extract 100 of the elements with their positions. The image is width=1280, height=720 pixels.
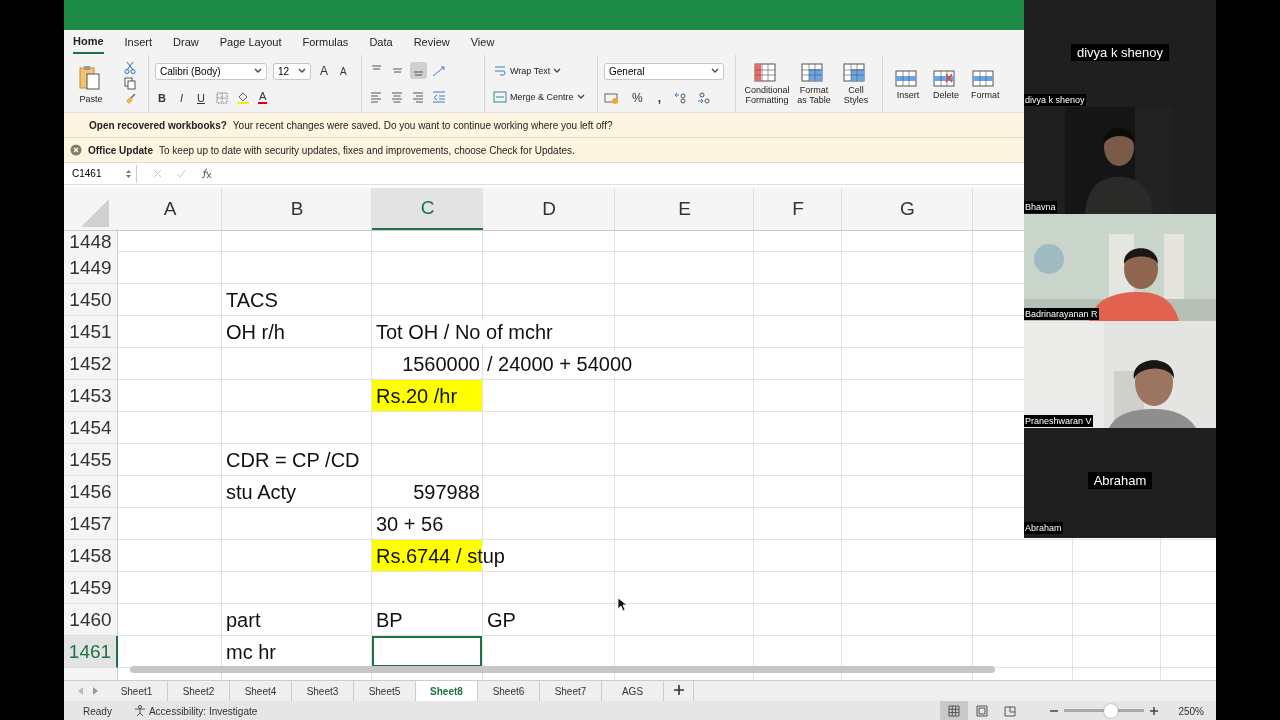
vertical-align-icon[interactable] (410, 62, 427, 79)
merge-icon (493, 91, 507, 103)
ribbon-tab[interactable]: Formulas (302, 32, 349, 53)
row-header[interactable]: 1460 (64, 604, 118, 636)
borders-icon[interactable] (215, 91, 228, 104)
decimal-arrow-icon[interactable] (673, 91, 687, 104)
zoom-percent: 250% (1178, 705, 1204, 717)
wrap-text-button[interactable]: Wrap Text (491, 63, 591, 78)
italic-button[interactable]: I (176, 91, 186, 104)
next-sheet-icon[interactable] (92, 687, 98, 695)
cells-button[interactable]: Format (969, 65, 1002, 102)
merge-centre-button[interactable]: Merge & Centre (491, 90, 591, 104)
view-button[interactable] (940, 701, 969, 720)
font-family-dropdown[interactable]: Calibri (Body) (155, 62, 267, 80)
sheet-tab[interactable]: Sheet8 (416, 681, 478, 701)
row-header[interactable]: 1457 (64, 508, 118, 540)
ribbon-tab[interactable]: View (470, 32, 495, 53)
cells-button[interactable]: Insert (893, 65, 923, 102)
cells-button[interactable]: Delete (931, 65, 961, 102)
currency-icon[interactable] (604, 91, 620, 104)
notification-message: Your recent changes were saved. Do you want to continue working where you left off? (232, 119, 613, 131)
format-painter-icon[interactable] (124, 93, 136, 106)
previous-sheet-icon[interactable] (78, 687, 84, 695)
styles-button[interactable]: Cell Styles (836, 60, 876, 107)
name-box[interactable]: C1461 (64, 164, 137, 183)
row-header[interactable]: 1456 (64, 476, 118, 508)
caret-icon[interactable] (298, 68, 306, 75)
horizontal-scrollbar[interactable] (130, 666, 995, 673)
zoom-in-icon[interactable] (1150, 707, 1159, 715)
participant-label: Bhavna (1024, 201, 1057, 213)
decimal-arrow-icon[interactable] (696, 91, 710, 104)
styles-button[interactable]: Format as Table (794, 60, 834, 107)
page-break-icon (1004, 705, 1017, 717)
check-icon[interactable] (176, 169, 186, 178)
comma-style-button[interactable]: , (654, 90, 664, 105)
row-header[interactable]: 1448 (64, 231, 118, 254)
font-size-dropdown[interactable]: 12 (273, 62, 311, 80)
row-header[interactable]: 1452 (64, 348, 118, 380)
paste-button[interactable]: Paste (76, 61, 106, 106)
number-format-dropdown[interactable]: General (604, 62, 724, 80)
column-header[interactable]: G (842, 188, 973, 230)
decrease-indent-icon[interactable] (431, 90, 447, 104)
font-color-button[interactable]: A (257, 91, 268, 105)
row-header[interactable]: 1450 (64, 284, 118, 316)
accessibility-icon (133, 705, 146, 717)
ribbon-tab[interactable]: Review (413, 32, 450, 53)
status-text: Ready (83, 705, 112, 717)
orientation-icon[interactable] (431, 63, 447, 78)
caret-icon[interactable] (576, 94, 585, 100)
cut-icon[interactable] (124, 61, 136, 74)
bold-button[interactable]: B (155, 91, 169, 104)
cell-text: / 24000 + 54000 (487, 352, 633, 376)
participant-label: Badrinarayanan R (1024, 308, 1099, 320)
accessibility-button[interactable]: Accessibility: Investigate (133, 705, 258, 717)
ribbon-tab[interactable]: Draw (173, 32, 199, 53)
participant-label: Abraham (1024, 522, 1063, 534)
row-header[interactable]: 1459 (64, 572, 118, 604)
plus-icon (673, 685, 684, 695)
participant-label: Praneshwaran V (1024, 415, 1093, 427)
percent-button[interactable]: % (629, 90, 646, 105)
ribbon-tab[interactable]: Insert (124, 32, 153, 53)
stepper-icon[interactable] (125, 167, 132, 180)
row-header[interactable]: 1461 (64, 636, 118, 668)
notification-title: Office Update (88, 144, 153, 156)
column-header[interactable]: F (754, 188, 842, 230)
decrease-font-button[interactable]: A (337, 65, 350, 77)
cancel-icon[interactable] (153, 169, 162, 178)
notification-title: Open recovered workbooks? (89, 119, 227, 131)
caret-icon[interactable] (711, 68, 719, 74)
row-header[interactable]: 1455 (64, 444, 118, 476)
close-icon[interactable] (70, 144, 82, 156)
row-header[interactable]: 1458 (64, 540, 118, 572)
caret-icon[interactable] (553, 67, 562, 74)
page-layout-icon (976, 705, 989, 717)
fill-color-icon[interactable] (235, 91, 250, 105)
participant-name: divya k shenoy (1071, 44, 1169, 61)
underline-button[interactable]: U (194, 91, 208, 104)
row-header[interactable]: 1453 (64, 380, 118, 412)
zoom-out-icon[interactable] (1050, 707, 1059, 715)
column-header[interactable]: A (118, 188, 222, 230)
row-header[interactable]: 1451 (64, 316, 118, 348)
ribbon-tab[interactable]: Page Layout (219, 32, 282, 53)
notification-message: To keep up to date with security updates, fixes and improvements, choose Check for Updates. (159, 144, 575, 156)
wrap-text-icon (493, 64, 507, 77)
normal-view-icon (948, 705, 961, 717)
increase-font-button[interactable]: A (317, 64, 331, 79)
styles-button[interactable]: Conditional Formatting (742, 60, 792, 107)
participant-name: Abraham (1087, 472, 1153, 489)
caret-icon[interactable] (254, 68, 262, 75)
zoom-thumb[interactable] (1104, 704, 1118, 718)
copy-icon[interactable] (124, 77, 136, 90)
column-header[interactable]: C (372, 188, 483, 230)
column-header[interactable]: D (483, 188, 615, 230)
column-header[interactable]: E (615, 188, 754, 230)
row-header[interactable]: 1449 (64, 252, 118, 284)
function-icon[interactable] (200, 168, 212, 179)
row-header[interactable]: 1454 (64, 412, 118, 444)
column-header[interactable]: B (222, 188, 372, 230)
mouse-pointer-icon (617, 597, 627, 612)
ribbon-tab[interactable]: Data (369, 32, 393, 53)
